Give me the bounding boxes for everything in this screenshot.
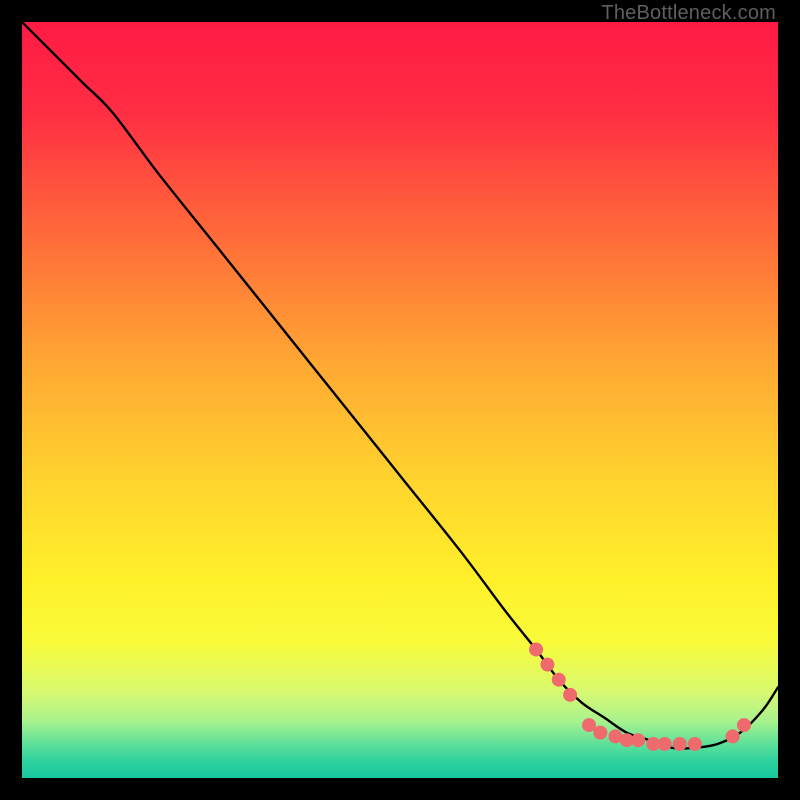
watermark-text: TheBottleneck.com — [601, 2, 776, 25]
marker-dot — [529, 642, 543, 656]
marker-dot — [593, 726, 607, 740]
marker-dot — [552, 673, 566, 687]
plot-svg — [22, 22, 778, 778]
marker-dot — [673, 737, 687, 751]
marker-dot — [726, 729, 740, 743]
marker-dot — [658, 737, 672, 751]
marker-dot — [631, 733, 645, 747]
marker-dot — [737, 718, 751, 732]
marker-dot — [688, 737, 702, 751]
marker-dot — [540, 658, 554, 672]
marker-dot — [563, 688, 577, 702]
chart-stage: TheBottleneck.com — [0, 0, 800, 800]
gradient-rect — [22, 22, 778, 778]
plot-area — [22, 22, 778, 778]
